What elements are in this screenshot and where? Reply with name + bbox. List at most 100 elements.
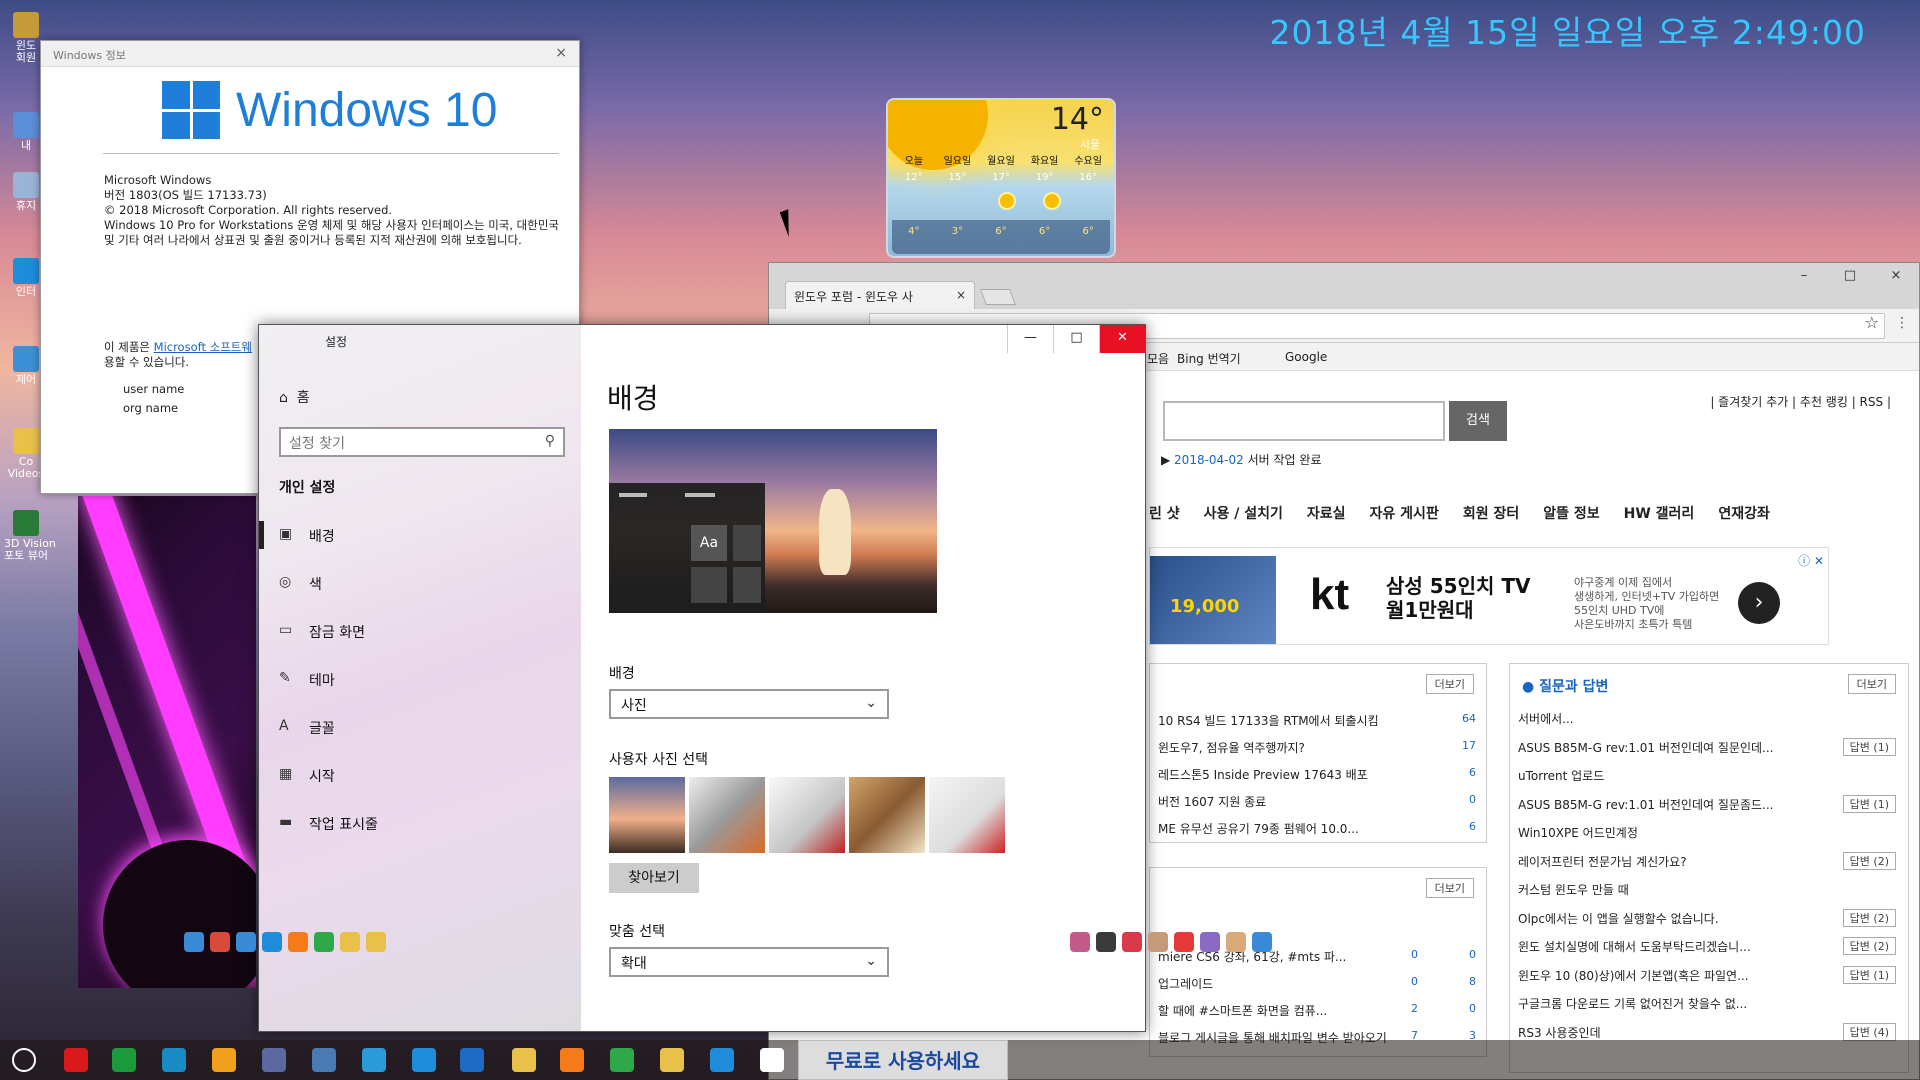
power-icon[interactable] xyxy=(64,1048,88,1072)
folder-icon[interactable] xyxy=(660,1048,684,1072)
home-link[interactable]: ⌂ 홈 xyxy=(279,387,310,407)
avatar-icon[interactable] xyxy=(1096,932,1116,952)
weather-gadget[interactable]: 14° 서울 오늘 일요일 월요일 화요일 수요일 12° 15° 17° 19° 16° 4°… xyxy=(886,98,1116,258)
nav-item[interactable]: 회원 장터 xyxy=(1463,503,1519,523)
network-icon[interactable] xyxy=(312,1048,336,1072)
settings-search-input[interactable]: 설정 찾기 ⚲ xyxy=(279,427,565,457)
qa-row[interactable]: 윈도 설치실명에 대해서 도움부탁드리겠습니... 답변 (2) xyxy=(1510,932,1908,959)
bookmark-star-icon[interactable]: ☆ xyxy=(1865,313,1879,332)
settings-nav-item[interactable]: A 글꼴 xyxy=(259,707,581,747)
nav-item[interactable]: 알뜰 정보 xyxy=(1543,503,1599,523)
qa-row[interactable]: ASUS B85M-G rev:1.01 버전인데여 질문인데... 답변 (1) xyxy=(1510,733,1908,760)
about-close-button[interactable]: × xyxy=(555,45,567,61)
photo-thumbnail[interactable] xyxy=(609,777,685,853)
qa-row[interactable]: 서버에서... xyxy=(1510,704,1908,731)
settings-nav-item[interactable]: ◎ 색 xyxy=(259,563,581,603)
nav-item[interactable]: 린 샷 xyxy=(1149,503,1180,523)
lower-row[interactable]: 업그레이드 0 8 xyxy=(1150,969,1486,996)
store-icon[interactable] xyxy=(710,1048,734,1072)
qa-row[interactable]: 레이저프린터 전문가님 계신가요? 답변 (2) xyxy=(1510,847,1908,874)
answer-count-button[interactable]: 답변 (2) xyxy=(1842,908,1896,927)
settings-nav-item[interactable]: ✎ 테마 xyxy=(259,659,581,699)
mail-icon[interactable] xyxy=(760,1048,784,1072)
news-row[interactable]: 레드스톤5 Inside Preview 17643 배포 6 xyxy=(1150,760,1486,787)
more-button[interactable]: 더보기 xyxy=(1425,674,1474,694)
qa-row[interactable]: 커스텀 윈도우 만들 때 xyxy=(1510,875,1908,902)
more-button[interactable]: 더보기 xyxy=(1847,674,1896,694)
avatar-icon[interactable] xyxy=(1174,932,1194,952)
qa-row[interactable]: 구글크롬 다운로드 기록 없어진거 찾을수 없... xyxy=(1510,989,1908,1016)
tab-close-icon[interactable]: × xyxy=(956,288,966,302)
answer-count-button[interactable]: 답변 (1) xyxy=(1842,794,1896,813)
nav-item[interactable]: 사용 / 설치기 xyxy=(1204,503,1283,523)
advertisement[interactable]: 19,000 kt 삼성 55인치 TV 월1만원대 야구중계 이제 집에서 생생… xyxy=(1149,547,1829,645)
fit-dropdown[interactable]: 확대 ⌄ xyxy=(609,947,889,977)
settings-nav-item[interactable]: ▦ 시작 xyxy=(259,755,581,795)
browser-tab[interactable]: 윈도우 포럼 - 윈도우 사 × xyxy=(785,281,975,309)
new-tab-button[interactable] xyxy=(980,289,1016,305)
avatar-icon[interactable] xyxy=(1252,932,1272,952)
bookmark-item[interactable]: 모음 xyxy=(1147,350,1169,367)
license-link[interactable]: Microsoft 소프트웨 xyxy=(154,340,252,354)
photo-thumbnail[interactable] xyxy=(689,777,765,853)
news-row[interactable]: 윈도우7, 점유율 역주행까지? 17 xyxy=(1150,733,1486,760)
logoff-icon[interactable] xyxy=(162,1048,186,1072)
news-row[interactable]: 버전 1607 지원 종료 0 xyxy=(1150,787,1486,814)
qa-row[interactable]: ASUS B85M-G rev:1.01 버전인데여 질문좀드... 답변 (1) xyxy=(1510,790,1908,817)
bookmark-item[interactable]: Google xyxy=(1285,350,1327,364)
notice[interactable]: ▶ 2018-04-02 서버 작업 완료 xyxy=(1161,451,1322,468)
tray-notification[interactable]: 무료로 사용하세요 xyxy=(798,1040,1008,1080)
photo-thumbnail[interactable] xyxy=(929,777,1005,853)
answer-count-button[interactable]: 답변 (1) xyxy=(1842,737,1896,756)
nav-item[interactable]: 연재강좌 xyxy=(1718,503,1770,523)
qa-row[interactable]: Win10XPE 어드민계정 xyxy=(1510,818,1908,845)
app-icon[interactable] xyxy=(184,932,204,952)
photo-thumbnail[interactable] xyxy=(769,777,845,853)
avatar-icon[interactable] xyxy=(1148,932,1168,952)
background-dropdown[interactable]: 사진 ⌄ xyxy=(609,689,889,719)
minimize-button[interactable]: – xyxy=(1781,263,1827,291)
lower-row[interactable]: 할 때에 #스마트폰 화면을 컴퓨... 2 0 xyxy=(1150,996,1486,1023)
explorer-icon[interactable] xyxy=(512,1048,536,1072)
avatar-icon[interactable] xyxy=(1122,932,1142,952)
photo-thumbnail[interactable] xyxy=(849,777,925,853)
nav-item[interactable]: HW 갤러리 xyxy=(1624,503,1695,523)
qa-row[interactable]: 윈도우 10 (80)상)에서 기본앱(혹은 파일연... 답변 (1) xyxy=(1510,961,1908,988)
avatar-icon[interactable] xyxy=(1200,932,1220,952)
qa-row[interactable]: Olpc에서는 이 앱을 실행할수 없습니다. 답변 (2) xyxy=(1510,904,1908,931)
avatar-icon[interactable] xyxy=(1226,932,1246,952)
menu-icon[interactable]: ⋮ xyxy=(1895,315,1909,331)
edge-icon[interactable] xyxy=(362,1048,386,1072)
app-icon[interactable] xyxy=(210,932,230,952)
top-links[interactable]: | 즐겨찾기 추가 | 추천 랭킹 | RSS | xyxy=(1710,393,1891,410)
folder-icon[interactable] xyxy=(340,932,360,952)
site-search-input[interactable] xyxy=(1163,401,1445,441)
start-button[interactable] xyxy=(12,1048,36,1072)
settings-nav-item[interactable]: ▣ 배경 xyxy=(259,515,581,555)
ie-icon[interactable] xyxy=(262,932,282,952)
shutdown-icon[interactable] xyxy=(212,1048,236,1072)
close-button[interactable]: × xyxy=(1873,263,1919,291)
chrome-icon[interactable] xyxy=(314,932,334,952)
desktop-icon[interactable]: 3D Vision 포토 뷰어 xyxy=(4,510,56,562)
ie-icon[interactable] xyxy=(460,1048,484,1072)
bookmark-item[interactable]: Bing 번역기 xyxy=(1177,350,1241,367)
answer-count-button[interactable]: 답변 (2) xyxy=(1842,937,1896,955)
settings-nav-item[interactable]: ▬ 작업 표시줄 xyxy=(259,803,581,843)
about-titlebar[interactable]: Windows 정보 × xyxy=(41,41,579,67)
firefox-icon[interactable] xyxy=(288,932,308,952)
more-button[interactable]: 더보기 xyxy=(1425,878,1474,898)
browser-titlebar[interactable]: 윈도우 포럼 - 윈도우 사 × – □ × xyxy=(769,263,1919,309)
news-row[interactable]: 10 RS4 빌드 17133을 RTM에서 퇴출시킴 64 xyxy=(1150,706,1486,733)
news-row[interactable]: ME 유무선 공유기 79종 펌웨어 10.0... 6 xyxy=(1150,814,1486,841)
nav-item[interactable]: 자유 게시판 xyxy=(1370,503,1439,523)
firefox-icon[interactable] xyxy=(560,1048,584,1072)
maximize-button[interactable]: □ xyxy=(1827,263,1873,291)
site-search-button[interactable]: 검색 xyxy=(1449,401,1507,441)
qa-row[interactable]: uTorrent 업로드 xyxy=(1510,761,1908,788)
answer-count-button[interactable]: 답변 (1) xyxy=(1842,965,1896,984)
nav-item[interactable]: 자료실 xyxy=(1307,503,1346,523)
ad-next-button[interactable]: › xyxy=(1738,582,1780,624)
app-icon[interactable] xyxy=(236,932,256,952)
computer-icon[interactable] xyxy=(262,1048,286,1072)
